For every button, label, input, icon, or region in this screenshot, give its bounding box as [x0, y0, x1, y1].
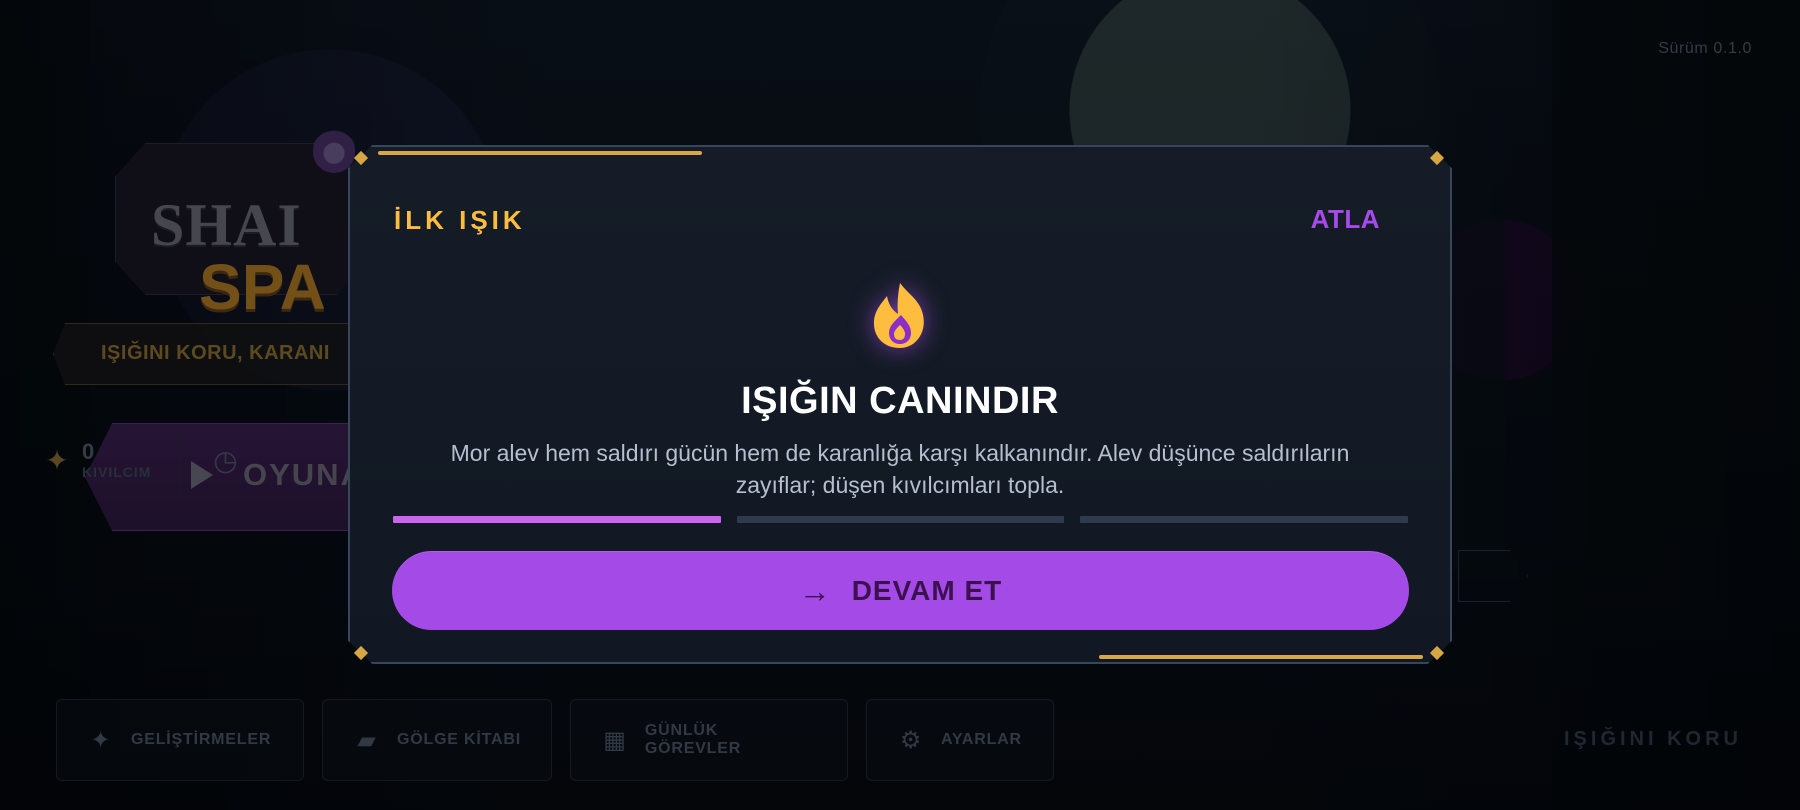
flame-icon: [860, 276, 940, 356]
skip-button[interactable]: ATLA: [1311, 204, 1380, 235]
dialog-description: Mor alev hem saldırı gücün hem de karanl…: [450, 440, 1350, 498]
progress-step-3: [1080, 516, 1409, 523]
dialog-bottom-accent: [1099, 655, 1423, 659]
continue-label: DEVAM ET: [851, 574, 1003, 606]
dialog-title: İLK IŞIK: [394, 205, 526, 235]
dialog-top-accent: [378, 151, 702, 155]
arrow-right-icon: →: [798, 572, 832, 609]
progress-step-1: [393, 516, 721, 523]
continue-button[interactable]: → DEVAM ET: [392, 551, 1409, 630]
game-screen: Sürüm 0.1.0 SHAI SPA IŞIĞINI KORU, KARAN…: [0, 0, 1800, 810]
dialog-headline: IŞIĞIN CANINDIR: [741, 380, 1059, 422]
tutorial-progress: [393, 516, 1409, 523]
progress-step-2: [736, 516, 1065, 523]
